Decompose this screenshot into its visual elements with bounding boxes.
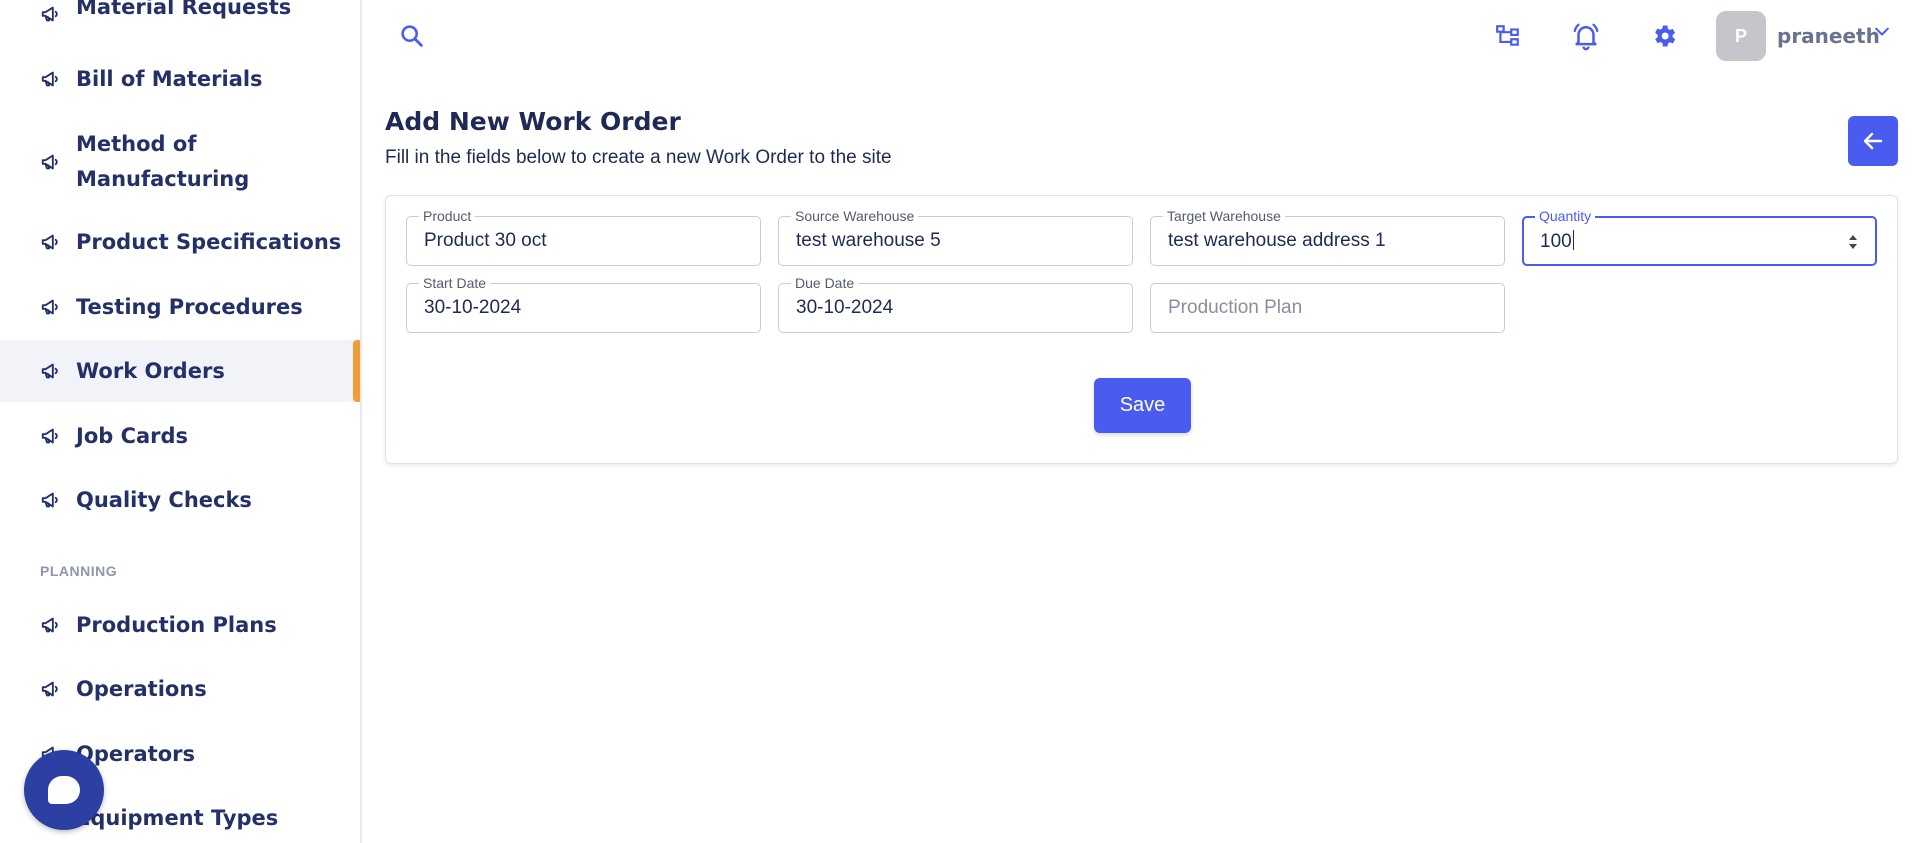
gear-icon [1655,25,1676,47]
megaphone-icon [40,614,62,636]
megaphone-icon [40,489,62,511]
avatar[interactable]: P [1716,11,1766,61]
source-warehouse-value: test warehouse 5 [796,230,941,251]
due-date-value: 30-10-2024 [796,297,894,318]
source-warehouse-label: Source Warehouse [791,208,919,224]
source-warehouse-field[interactable]: Source Warehouse test warehouse 5 [778,208,1133,266]
sidebar-item-label: Method of Manufacturing [76,127,249,197]
due-date-field[interactable]: Due Date 30-10-2024 [778,275,1133,333]
sidebar-item-method-of-manufacturing[interactable]: Method of Manufacturing [0,126,360,198]
start-date-field[interactable]: Start Date 30-10-2024 [406,275,761,333]
sidebar-item-product-specifications[interactable]: Product Specifications [0,223,360,261]
megaphone-icon [40,231,62,253]
sidebar-item-label-line: Manufacturing [76,167,250,191]
username[interactable]: praneeth [1777,24,1880,48]
text-caret [1572,230,1574,250]
page-title: Add New Work Order [385,107,681,136]
hierarchy-button[interactable] [1492,20,1524,52]
target-warehouse-label: Target Warehouse [1163,208,1285,224]
production-plan-field[interactable]: Production Plan [1150,283,1505,333]
quantity-label: Quantity [1535,208,1596,224]
save-button[interactable]: Save [1094,378,1191,433]
settings-button[interactable] [1648,20,1680,52]
search-button[interactable] [398,22,426,50]
sidebar-item-label: Quality Checks [76,487,252,512]
user-menu-toggle[interactable] [1872,22,1892,42]
work-order-form: Product Product 30 oct Source Warehouse … [385,195,1898,464]
spinner-icon[interactable] [1847,231,1859,253]
sidebar-item-work-orders[interactable]: Work Orders [0,340,360,402]
target-warehouse-value: test warehouse address 1 [1168,230,1386,251]
notifications-button[interactable] [1570,20,1602,52]
back-button[interactable] [1848,116,1898,166]
megaphone-icon [40,678,62,700]
section-label-planning: PLANNING [40,563,118,579]
quantity-value: 100 [1540,231,1572,252]
sidebar-item-job-cards[interactable]: Job Cards [0,417,360,455]
sidebar: Material Requests Bill of Materials Meth… [0,0,362,843]
sidebar-item-operations[interactable]: Operations [0,670,360,708]
megaphone-icon [40,68,62,90]
chevron-down-icon [1875,27,1889,36]
quantity-value-wrap: 100 [1540,230,1574,253]
megaphone-icon [40,360,62,382]
app: Material Requests Bill of Materials Meth… [0,0,1920,843]
megaphone-icon [40,296,62,318]
megaphone-icon [40,3,62,25]
sidebar-item-quality-checks[interactable]: Quality Checks [0,481,360,519]
sidebar-item-label: Production Plans [76,612,277,637]
page-subtitle: Fill in the fields below to create a new… [385,147,892,168]
megaphone-icon [40,425,62,447]
arrow-left-icon [1863,132,1883,150]
sidebar-item-label-line: Method of [76,132,197,156]
product-value: Product 30 oct [424,230,547,251]
sidebar-item-label: Operations [76,676,207,701]
product-field[interactable]: Product Product 30 oct [406,208,761,266]
chat-icon [48,776,80,804]
sidebar-item-label: Testing Procedures [76,294,303,319]
search-icon [401,25,423,47]
sidebar-item-label: Equipment Types [76,805,279,830]
chat-button[interactable] [24,750,104,830]
sidebar-item-bill-of-materials[interactable]: Bill of Materials [0,60,360,98]
sidebar-item-production-plans[interactable]: Production Plans [0,606,360,644]
sidebar-item-label: Work Orders [76,358,225,383]
sidebar-item-label: Material Requests [76,0,292,19]
sidebar-item-label: Product Specifications [76,229,342,254]
quantity-input[interactable]: Quantity 100 [1522,208,1877,266]
production-plan-placeholder: Production Plan [1168,297,1303,318]
bell-icon [1573,23,1599,51]
sidebar-item-material-requests[interactable]: Material Requests [0,0,360,28]
megaphone-icon [40,151,62,173]
hierarchy-icon [1496,25,1519,46]
sidebar-item-label: Bill of Materials [76,66,263,91]
product-label: Product [419,208,476,224]
sidebar-item-testing-procedures[interactable]: Testing Procedures [0,288,360,326]
target-warehouse-field[interactable]: Target Warehouse test warehouse address … [1150,208,1505,266]
start-date-value: 30-10-2024 [424,297,522,318]
due-date-label: Due Date [791,275,859,291]
start-date-label: Start Date [419,275,491,291]
sidebar-item-label: Job Cards [76,423,189,448]
